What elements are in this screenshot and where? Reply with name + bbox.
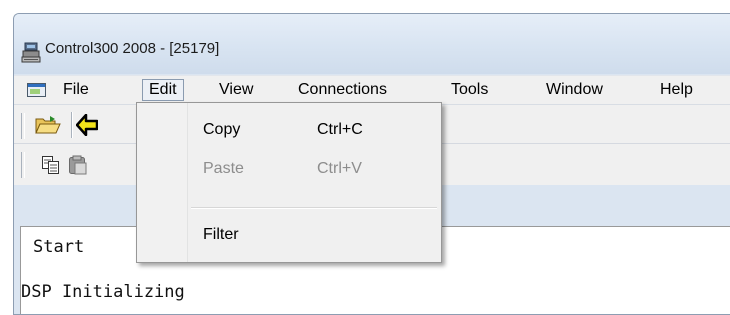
edit-menu-dropdown: Copy Ctrl+C Paste Ctrl+V Filter (136, 102, 442, 263)
menu-edit[interactable]: Edit (142, 79, 184, 101)
menu-connections[interactable]: Connections (292, 79, 393, 101)
window-title: Control300 2008 - [25179] (45, 40, 220, 57)
toolbar-grip[interactable] (21, 113, 25, 139)
menu-bar: File Edit View Connections Tools Window … (14, 75, 730, 104)
menu-item-copy-shortcut: Ctrl+C (317, 121, 363, 138)
menu-help[interactable]: Help (654, 79, 699, 101)
copy-icon[interactable] (41, 155, 61, 175)
paste-icon[interactable] (68, 155, 88, 175)
app-icon (21, 42, 41, 63)
menu-view[interactable]: View (213, 79, 259, 101)
back-arrow-icon[interactable] (76, 114, 98, 136)
menu-item-paste-label: Paste (203, 160, 244, 177)
menu-item-filter[interactable]: Filter (189, 219, 439, 253)
menu-item-paste: Paste Ctrl+V (189, 153, 439, 187)
toolbar-separator (71, 112, 72, 138)
menu-tools[interactable]: Tools (445, 79, 494, 101)
menu-item-copy[interactable]: Copy Ctrl+C (189, 114, 439, 148)
output-line-dsp: DSP Initializing (21, 282, 185, 302)
menu-separator (191, 207, 437, 209)
menu-item-copy-label: Copy (203, 121, 241, 138)
menu-icon-gutter (137, 103, 188, 262)
menu-item-filter-label: Filter (203, 226, 239, 243)
menu-item-paste-shortcut: Ctrl+V (317, 160, 362, 177)
open-folder-icon[interactable] (35, 115, 61, 136)
toolbar-grip[interactable] (21, 152, 25, 178)
output-line-start: Start (33, 237, 85, 257)
document-window-icon[interactable] (27, 83, 46, 97)
menu-window[interactable]: Window (540, 79, 609, 101)
title-bar[interactable]: Control300 2008 - [25179] (14, 14, 730, 74)
menu-file[interactable]: File (57, 79, 95, 101)
